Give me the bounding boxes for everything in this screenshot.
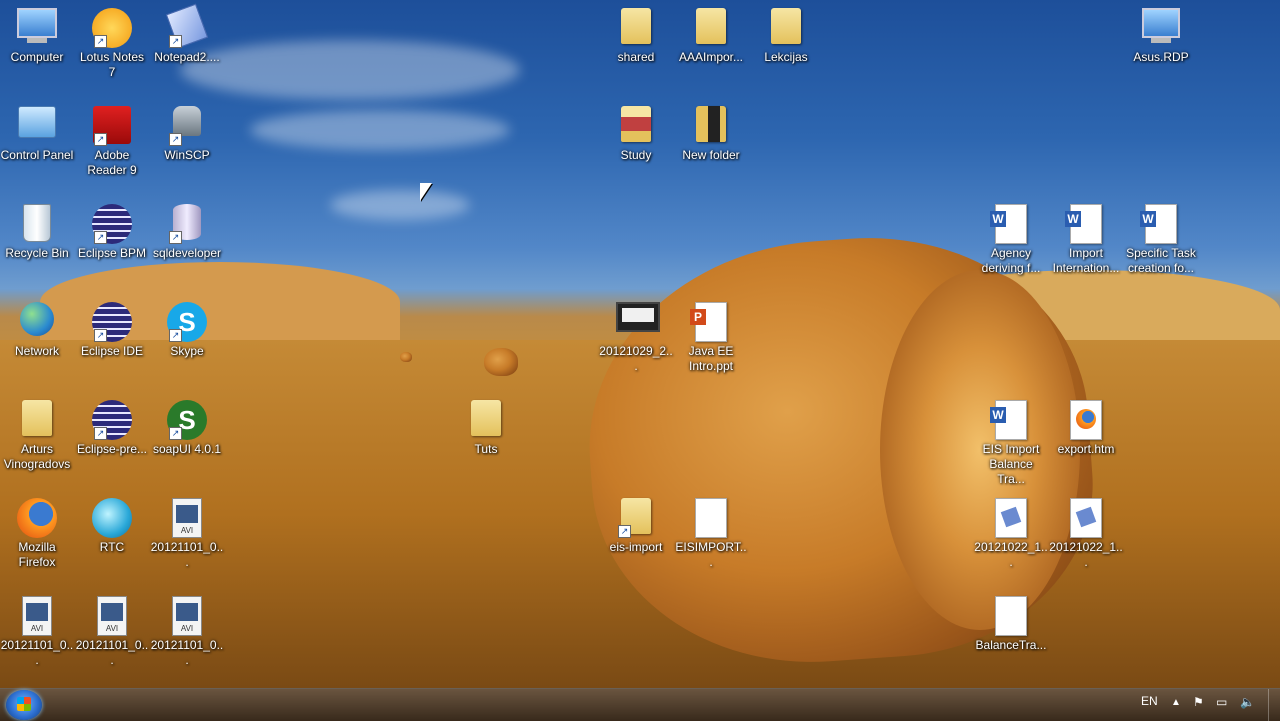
desktop-icon-avi-file[interactable]: AVI 20121101_0...: [150, 590, 224, 668]
desktop-icon-java-ee-intro[interactable]: P Java EE Intro.ppt: [674, 296, 748, 374]
blank-file-icon: [691, 498, 731, 538]
firefox-icon: [17, 498, 57, 538]
desktop-icon-log-20121022-a[interactable]: 20121022_1...: [974, 492, 1048, 570]
desktop-icon-eclipse-pre[interactable]: ↗ Eclipse-pre...: [75, 394, 149, 457]
blank-file-icon: [991, 596, 1031, 636]
desktop-icon-aaaimport[interactable]: AAAImpor...: [674, 2, 748, 65]
desktop-icon-rtc[interactable]: RTC: [75, 492, 149, 555]
notepad2-icon: ↗: [165, 3, 209, 49]
desktop-icon-network[interactable]: Network: [0, 296, 74, 359]
video-file-icon: [616, 302, 660, 342]
control-panel-icon: [17, 106, 57, 146]
desktop-icon-eisimport-file[interactable]: EISIMPORT...: [674, 492, 748, 570]
desktop-icon-balancetra[interactable]: BalanceTra...: [974, 590, 1048, 653]
desktop-icon-shared[interactable]: shared: [599, 2, 673, 65]
desktop-icon-recycle-bin[interactable]: Recycle Bin: [0, 198, 74, 261]
desktop-icon-eclipse-ide[interactable]: ↗ Eclipse IDE: [75, 296, 149, 359]
rtc-icon: [92, 498, 132, 538]
word-file-icon: W: [1065, 204, 1106, 244]
skype-icon: S ↗: [167, 302, 207, 342]
desktop-icon-agency-deriving[interactable]: W Agency deriving f...: [974, 198, 1048, 276]
desktop-icon-lotus-notes[interactable]: ↗ Lotus Notes 7: [75, 2, 149, 80]
language-indicator[interactable]: EN: [1141, 694, 1158, 708]
desktop-icon-computer[interactable]: Computer: [0, 2, 74, 65]
powerpoint-file-icon: P: [690, 302, 731, 342]
eclipse-icon: ↗: [92, 400, 132, 440]
avi-file-icon: AVI: [167, 596, 207, 636]
desktop-wallpaper: Computer Control Panel Recycle Bin Netwo…: [0, 0, 1280, 688]
folder-icon: [466, 400, 506, 440]
desktop-icon-notepad2[interactable]: ↗ Notepad2....: [150, 2, 224, 65]
lotus-notes-icon: ↗: [92, 8, 132, 48]
desktop-icon-asus-rdp[interactable]: Asus.RDP: [1124, 2, 1198, 65]
desktop-icon-import-international[interactable]: W Import Internation...: [1049, 198, 1123, 276]
desktop-icon-avi-file[interactable]: AVI 20121101_0...: [0, 590, 74, 668]
adobe-reader-icon: ↗: [92, 106, 132, 146]
eclipse-icon: ↗: [92, 302, 132, 342]
desktop-icon-new-folder[interactable]: New folder: [674, 100, 748, 163]
show-desktop-button[interactable]: [1268, 689, 1280, 721]
show-hidden-icons-icon[interactable]: ▲: [1171, 697, 1181, 708]
recycle-bin-icon: [17, 204, 57, 244]
notepad2-file-icon: [991, 498, 1031, 538]
user-folder-icon: [17, 400, 57, 440]
mouse-cursor-icon: [420, 183, 432, 201]
desktop-icon-study[interactable]: Study: [599, 100, 673, 163]
desktop-icon-adobe-reader[interactable]: ↗ Adobe Reader 9: [75, 100, 149, 178]
desktop-icon-winscp[interactable]: ↗ WinSCP: [150, 100, 224, 163]
soapui-icon: S ↗: [167, 400, 207, 440]
wallpaper-cloud: [330, 190, 470, 220]
eclipse-icon: ↗: [92, 204, 132, 244]
desktop-icon-lekcijas[interactable]: Lekcijas: [749, 2, 823, 65]
firefox-html-icon: [1066, 400, 1106, 440]
folder-icon: [616, 8, 656, 48]
start-button[interactable]: [6, 690, 42, 720]
desktop-icon-log-20121022-b[interactable]: 20121022_1...: [1049, 492, 1123, 570]
desktop-icon-specific-task[interactable]: W Specific Task creation fo...: [1124, 198, 1198, 276]
desktop-icon-control-panel[interactable]: Control Panel: [0, 100, 74, 163]
desktop-icon-mozilla-firefox[interactable]: Mozilla Firefox: [0, 492, 74, 570]
desktop-icon-eis-import[interactable]: ↗ eis-import: [599, 492, 673, 555]
desktop-icon-export-htm[interactable]: export.htm: [1049, 394, 1123, 457]
folder-icon: [616, 106, 656, 146]
desktop-icon-sqldeveloper[interactable]: ↗ sqldeveloper: [150, 198, 224, 261]
volume-icon[interactable]: 🔈: [1240, 695, 1255, 709]
desktop-icon-tuts[interactable]: Tuts: [449, 394, 523, 457]
avi-file-icon: AVI: [167, 498, 207, 538]
word-file-icon: W: [1140, 204, 1181, 244]
windows-logo-icon: [17, 697, 31, 711]
desktop-icon-avi-file[interactable]: AVI 20121101_0...: [150, 492, 224, 570]
desktop-icon-video-20121029[interactable]: 20121029_2...: [599, 296, 673, 374]
action-center-flag-icon[interactable]: ⚑: [1193, 695, 1204, 709]
desktop-icon-soapui[interactable]: S ↗ soapUI 4.0.1: [150, 394, 224, 457]
word-file-icon: W: [990, 204, 1031, 244]
notepad2-file-icon: [1066, 498, 1106, 538]
rdp-icon: [1141, 8, 1181, 48]
desktop-icon-avi-file[interactable]: AVI 20121101_0...: [75, 590, 149, 668]
taskbar: EN ▲ ⚑ ▭ 🔈: [0, 688, 1280, 721]
wallpaper-small-bale: [484, 348, 518, 376]
folder-icon: [691, 8, 731, 48]
folder-icon: ↗: [616, 498, 656, 538]
computer-icon: [17, 8, 57, 48]
avi-file-icon: AVI: [92, 596, 132, 636]
wallpaper-small-bale: [400, 352, 412, 362]
network-tray-icon[interactable]: ▭: [1216, 695, 1227, 709]
desktop-icon-eis-import-balance[interactable]: W EIS Import Balance Tra...: [974, 394, 1048, 487]
network-icon: [17, 302, 57, 342]
winscp-icon: ↗: [167, 106, 207, 146]
folder-icon: [766, 8, 806, 48]
desktop-icon-skype[interactable]: S ↗ Skype: [150, 296, 224, 359]
folder-icon: [691, 106, 731, 146]
desktop-icon-arturs-vinogradovs[interactable]: Arturs Vinogradovs: [0, 394, 74, 472]
desktop-icon-eclipse-bpm[interactable]: ↗ Eclipse BPM: [75, 198, 149, 261]
avi-file-icon: AVI: [17, 596, 57, 636]
sqldeveloper-icon: ↗: [167, 204, 207, 244]
word-file-icon: W: [990, 400, 1031, 440]
wallpaper-cloud: [180, 40, 520, 100]
wallpaper-cloud: [250, 110, 510, 150]
